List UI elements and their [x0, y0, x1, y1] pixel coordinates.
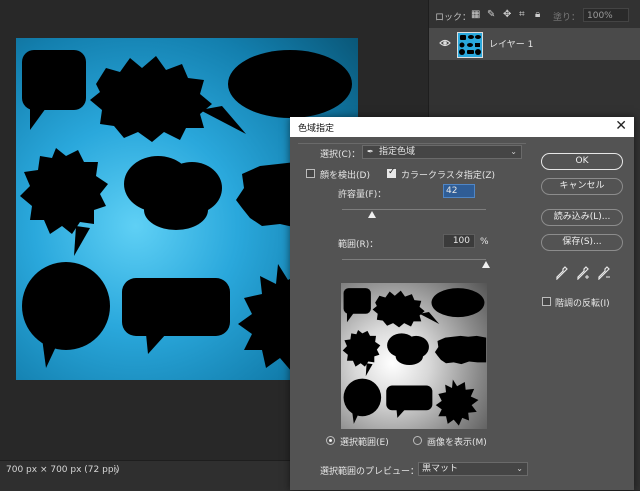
cancel-button[interactable]: キャンセル [541, 178, 623, 195]
fuzziness-slider-handle[interactable] [368, 211, 377, 218]
preview-dropdown[interactable]: 黒マット ⌄ [418, 462, 528, 476]
fill-label: 塗り： [553, 13, 581, 23]
eyedropper-icon[interactable] [556, 266, 568, 280]
fill-input[interactable]: 100% [583, 8, 629, 22]
localized-clusters-label: カラークラスタ指定(Z) [401, 171, 496, 181]
image-view-label: 画像を表示(M) [427, 438, 487, 448]
selection-view-label: 選択範囲(E) [340, 438, 389, 448]
selection-preview-image [341, 283, 487, 429]
detect-faces-checkbox[interactable] [306, 169, 315, 178]
localized-clusters-checkbox[interactable] [387, 167, 396, 178]
group-divider [298, 143, 526, 144]
select-dropdown-value: 指定色域 [379, 147, 416, 157]
range-label: 範囲(R)： [338, 240, 379, 250]
select-label: 選択(C)： [320, 150, 361, 160]
brush-lock-icon[interactable]: ✎ [487, 9, 495, 20]
transparency-lock-icon[interactable]: ▦ [471, 9, 480, 20]
lock-label: ロック： [435, 13, 472, 23]
range-unit: % [480, 237, 489, 247]
eyedropper-plus-icon[interactable] [577, 266, 591, 280]
range-slider-track[interactable] [342, 259, 486, 260]
preview-dropdown-value: 黒マット [422, 464, 459, 474]
load-button[interactable]: 読み込み(L)... [541, 209, 623, 226]
move-lock-icon[interactable]: ✥ [503, 9, 511, 20]
color-range-dialog: 色域指定 ✕ 選択(C)： ✒︎ 指定色域 ⌄ 顔を検出(D) カラークラスタ指… [290, 117, 634, 490]
dialog-titlebar[interactable]: 色域指定 ✕ [290, 117, 634, 137]
select-dropdown[interactable]: ✒︎ 指定色域 ⌄ [362, 145, 522, 159]
detect-faces-label: 顔を検出(D) [320, 171, 370, 181]
close-icon[interactable]: ✕ [615, 118, 627, 134]
eyedropper-minus-icon[interactable] [598, 266, 612, 280]
artboard-lock-icon[interactable]: ⌗ [519, 9, 525, 20]
invert-label: 階調の反転(I) [555, 299, 610, 309]
chevron-right-icon[interactable]: 〉 [114, 464, 123, 477]
fuzziness-label: 許容量(F)： [338, 190, 387, 200]
selection-view-radio[interactable] [326, 436, 335, 445]
document-info: 700 px × 700 px (72 ppi) [6, 465, 120, 475]
fuzziness-slider-track[interactable] [342, 209, 486, 210]
preview-label: 選択範囲のプレビュー： [320, 467, 420, 477]
eyedropper-icon: ✒︎ [367, 147, 374, 156]
padlock-icon[interactable]: 🔒︎ [535, 9, 540, 20]
chevron-down-icon: ⌄ [516, 464, 523, 473]
fuzziness-input[interactable]: 42 [443, 184, 475, 198]
dialog-title: 色域指定 [298, 124, 335, 134]
layer-thumbnail [457, 32, 483, 58]
layer-name: レイヤー 1 [489, 40, 534, 50]
layer-row[interactable]: レイヤー 1 [429, 28, 640, 60]
eye-icon[interactable] [439, 37, 451, 49]
ok-button[interactable]: OK [541, 153, 623, 170]
invert-checkbox[interactable] [542, 297, 551, 306]
range-slider-handle[interactable] [482, 261, 490, 268]
range-input[interactable]: 100 [443, 234, 475, 248]
lock-row: ロック： ▦ ✎ ✥ ⌗ 🔒︎ 塗り： 100% [435, 8, 635, 26]
image-view-radio[interactable] [413, 436, 422, 445]
chevron-down-icon: ⌄ [510, 147, 517, 156]
save-button[interactable]: 保存(S)... [541, 234, 623, 251]
